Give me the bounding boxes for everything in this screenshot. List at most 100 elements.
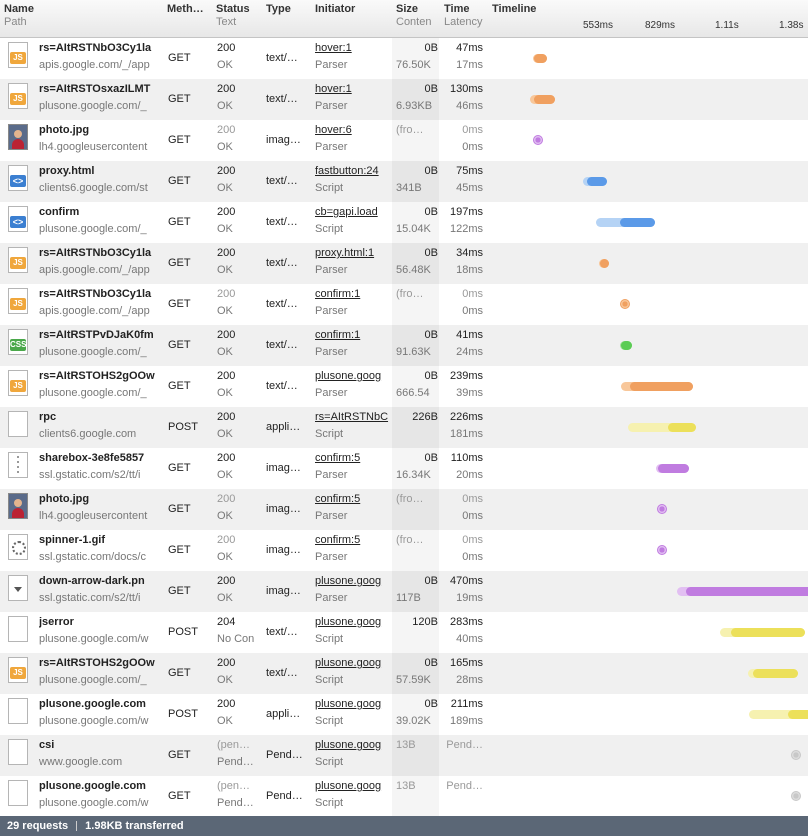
initiator-link[interactable]: hover:1 — [315, 83, 352, 96]
header-name[interactable]: Name Path — [4, 3, 159, 29]
header-time[interactable]: Time Latency — [444, 3, 486, 29]
js-icon: JS — [8, 42, 28, 68]
initiator-link[interactable]: confirm:5 — [315, 534, 360, 547]
table-row[interactable]: CSS rs=AItRSTPvDJaK0fm plusone.google.com/… — [0, 325, 808, 366]
name-cell[interactable]: sharebox-3e8fe5857 ssl.gstatic.com/s2/tt/… — [39, 448, 161, 489]
initiator-type: Script — [315, 797, 344, 809]
initiator-link[interactable]: plusone.goog — [315, 698, 381, 711]
header-size[interactable]: Size Conten — [396, 3, 438, 29]
initiator-type: Script — [315, 428, 344, 440]
table-row[interactable]: rpc clients6.google.com POST 200 OK appli… rs=… — [0, 407, 808, 448]
timeline-bar[interactable] — [533, 135, 543, 145]
photo-icon — [8, 124, 28, 150]
timeline-bar[interactable] — [533, 54, 547, 63]
header-timeline[interactable]: Timeline — [492, 3, 572, 16]
table-row[interactable]: JS rs=AItRSTOHS2gOOw plusone.google.com/_ G… — [0, 366, 808, 407]
header-type[interactable]: Type — [266, 3, 310, 16]
name-cell[interactable]: proxy.html clients6.google.com/st — [39, 161, 161, 202]
timeline-bar[interactable] — [599, 259, 609, 268]
initiator-link[interactable]: hover:6 — [315, 124, 352, 137]
request-time: 41ms — [456, 329, 483, 341]
table-row[interactable]: sharebox-3e8fe5857 ssl.gstatic.com/s2/tt/… — [0, 448, 808, 489]
name-cell[interactable]: rs=AItRSTPvDJaK0fm plusone.google.com/_ — [39, 325, 161, 366]
timeline-bar[interactable] — [748, 669, 798, 678]
timeline-bar[interactable] — [621, 382, 693, 391]
name-cell[interactable]: down-arrow-dark.pn ssl.gstatic.com/s2/tt/… — [39, 571, 161, 612]
initiator-link[interactable]: confirm:5 — [315, 493, 360, 506]
initiator-link[interactable]: plusone.goog — [315, 370, 381, 383]
initiator-link[interactable]: confirm:1 — [315, 288, 360, 301]
name-cell[interactable]: rpc clients6.google.com — [39, 407, 161, 448]
name-cell[interactable]: photo.jpg lh4.googleusercontent — [39, 120, 161, 161]
initiator-link[interactable]: fastbutton:24 — [315, 165, 379, 178]
initiator-link[interactable]: plusone.goog — [315, 657, 381, 670]
html-icon: <> — [8, 165, 28, 191]
method-cell: POST — [168, 694, 211, 735]
name-cell[interactable]: rs=AItRSTOsxazILMT plusone.google.com/_ — [39, 79, 161, 120]
table-row[interactable]: JS rs=AItRSTOHS2gOOw plusone.google.com/_ G… — [0, 653, 808, 694]
initiator-link[interactable]: confirm:1 — [315, 329, 360, 342]
timeline-bar[interactable] — [596, 218, 655, 227]
timeline-bar[interactable] — [720, 628, 805, 637]
name-cell[interactable]: rs=AItRSTNbO3Cy1la apis.google.com/_/app — [39, 38, 161, 79]
name-cell[interactable]: spinner-1.gif ssl.gstatic.com/docs/c — [39, 530, 161, 571]
table-row[interactable]: JS rs=AItRSTNbO3Cy1la apis.google.com/_/ap… — [0, 38, 808, 79]
initiator-link[interactable]: plusone.goog — [315, 616, 381, 629]
status-cell: 200 OK — [217, 79, 260, 120]
timeline-bar[interactable] — [749, 710, 808, 719]
timeline-bar[interactable] — [657, 545, 667, 555]
timeline-bar[interactable] — [628, 423, 696, 432]
request-time: 226ms — [449, 411, 483, 423]
timeline-bar[interactable] — [657, 504, 667, 514]
initiator-link[interactable]: plusone.goog — [315, 780, 381, 793]
name-cell[interactable]: rs=AItRSTNbO3Cy1la apis.google.com/_/app — [39, 284, 161, 325]
table-row[interactable]: <> proxy.html clients6.google.com/st GET 200… — [0, 161, 808, 202]
table-row[interactable]: JS rs=AItRSTNbO3Cy1la apis.google.com/_/ap… — [0, 284, 808, 325]
status-cell: (pen… Pend… — [217, 735, 260, 776]
table-row[interactable]: JS rs=AItRSTNbO3Cy1la apis.google.com/_/ap… — [0, 243, 808, 284]
status-text: OK — [217, 387, 233, 399]
timeline-bar[interactable] — [791, 750, 801, 760]
name-cell[interactable]: photo.jpg lh4.googleusercontent — [39, 489, 161, 530]
initiator-link[interactable]: cb=gapi.load — [315, 206, 378, 219]
name-cell[interactable]: rs=AItRSTOHS2gOOw plusone.google.com/_ — [39, 366, 161, 407]
initiator-link[interactable]: plusone.goog — [315, 575, 381, 588]
name-cell[interactable]: jserror plusone.google.com/w — [39, 612, 161, 653]
initiator-cell: plusone.goog Script — [315, 694, 389, 735]
table-row[interactable]: JS rs=AItRSTOsxazILMT plusone.google.com/_… — [0, 79, 808, 120]
header-status[interactable]: Status Text — [216, 3, 260, 29]
table-row[interactable]: plusone.google.com plusone.google.com/w GE… — [0, 776, 808, 817]
name-cell[interactable]: confirm plusone.google.com/_ — [39, 202, 161, 243]
timeline-bar[interactable] — [620, 341, 632, 350]
status-cell: 200 OK — [217, 530, 260, 571]
table-row[interactable]: photo.jpg lh4.googleusercontent GET 200 OK im… — [0, 120, 808, 161]
timeline-bar[interactable] — [583, 177, 607, 186]
timeline-bar[interactable] — [791, 791, 801, 801]
status-text: OK — [217, 510, 233, 522]
table-row[interactable]: csi www.google.com GET (pen… Pend… Pend… pluso… — [0, 735, 808, 776]
table-row[interactable]: photo.jpg lh4.googleusercontent GET 200 OK im… — [0, 489, 808, 530]
initiator-link[interactable]: rs=AItRSTNbC — [315, 411, 388, 424]
table-row[interactable]: jserror plusone.google.com/w POST 204 No Con… — [0, 612, 808, 653]
header-method[interactable]: Meth… — [167, 3, 211, 16]
timeline-bar[interactable] — [677, 587, 808, 596]
table-row[interactable]: spinner-1.gif ssl.gstatic.com/docs/c GET 20… — [0, 530, 808, 571]
timeline-bar[interactable] — [656, 464, 689, 473]
name-cell[interactable]: plusone.google.com plusone.google.com/w — [39, 776, 161, 817]
table-row[interactable]: down-arrow-dark.pn ssl.gstatic.com/s2/tt/… — [0, 571, 808, 612]
initiator-link[interactable]: confirm:5 — [315, 452, 360, 465]
initiator-type: Script — [315, 633, 344, 645]
name-cell[interactable]: rs=AItRSTOHS2gOOw plusone.google.com/_ — [39, 653, 161, 694]
name-cell[interactable]: csi www.google.com — [39, 735, 161, 776]
initiator-link[interactable]: hover:1 — [315, 42, 352, 55]
name-cell[interactable]: rs=AItRSTNbO3Cy1la apis.google.com/_/app — [39, 243, 161, 284]
size-cell: 13B — [392, 735, 439, 776]
header-initiator[interactable]: Initiator — [315, 3, 390, 16]
timeline-bar[interactable] — [620, 299, 630, 309]
name-cell[interactable]: plusone.google.com plusone.google.com/w — [39, 694, 161, 735]
initiator-link[interactable]: proxy.html:1 — [315, 247, 374, 260]
initiator-link[interactable]: plusone.goog — [315, 739, 381, 752]
table-row[interactable]: plusone.google.com plusone.google.com/w PO… — [0, 694, 808, 735]
timeline-bar[interactable] — [530, 95, 555, 104]
table-row[interactable]: <> confirm plusone.google.com/_ GET 200 OK tex… — [0, 202, 808, 243]
